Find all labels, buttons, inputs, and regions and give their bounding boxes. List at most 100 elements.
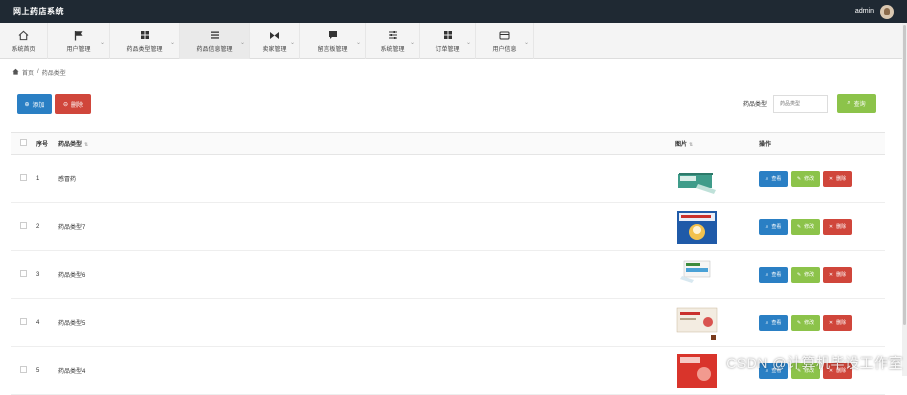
- chevron-down-icon: ⌄: [410, 39, 415, 46]
- view-button[interactable]: ⌕查看: [759, 315, 788, 331]
- breadcrumb-home[interactable]: 首页: [22, 68, 34, 77]
- row-name: 药品类型5: [58, 299, 675, 347]
- delete-label: 删除: [836, 175, 846, 182]
- view-button[interactable]: ⌕查看: [759, 267, 788, 283]
- sort-icon[interactable]: ⇅: [84, 142, 88, 148]
- close-icon: ✕: [829, 224, 833, 230]
- sort-icon[interactable]: ⇅: [689, 142, 693, 148]
- edit-button[interactable]: ✎修改: [791, 171, 820, 187]
- nav-item-system[interactable]: 系统管理 ⌄: [366, 23, 420, 59]
- batch-delete-button[interactable]: ⊖ 删除: [55, 94, 91, 114]
- select-all-checkbox[interactable]: [20, 139, 27, 146]
- row-checkbox[interactable]: [20, 270, 27, 277]
- nav-item-orders[interactable]: 订单管理 ⌄: [420, 23, 476, 59]
- edit-icon: ✎: [797, 224, 801, 230]
- nav-item-sellers[interactable]: 卖家管理 ⌄: [250, 23, 300, 59]
- delete-button[interactable]: ✕删除: [823, 315, 852, 331]
- view-button[interactable]: ⌕查看: [759, 219, 788, 235]
- top-bar: 网上药店系统 admin: [0, 0, 907, 23]
- search-icon: ⌕: [766, 224, 769, 230]
- edit-icon: ✎: [797, 176, 801, 182]
- nav-item-drug-info[interactable]: 药品信息管理 ⌄: [180, 23, 250, 59]
- search-input[interactable]: [773, 95, 828, 113]
- view-label: 查看: [771, 223, 781, 230]
- user-menu[interactable]: admin: [855, 5, 894, 19]
- edit-icon: ✎: [797, 320, 801, 326]
- nav-item-drug-types[interactable]: 药品类型管理 ⌄: [110, 23, 180, 59]
- grid-icon: [140, 30, 150, 41]
- search-button[interactable]: ⌕ 查询: [837, 94, 876, 113]
- table-row: 2 药品类型7 ⌕查看 ✎修改 ✕删除: [11, 203, 885, 251]
- scrollbar[interactable]: [902, 23, 907, 376]
- edit-icon: ✎: [797, 272, 801, 278]
- scrollbar-thumb[interactable]: [903, 25, 906, 325]
- row-name: 药品类型6: [58, 251, 675, 299]
- minus-circle-icon: ⊖: [63, 101, 68, 108]
- row-no: 4: [36, 299, 58, 347]
- nav-label: 卖家管理: [262, 44, 286, 53]
- breadcrumb: 首页 / 药品类型: [0, 59, 907, 85]
- chevron-down-icon: ⌄: [100, 39, 105, 46]
- toolbar: ⊕ 添加 ⊖ 删除 药品类型 ⌕ 查询: [0, 85, 907, 123]
- close-icon: ✕: [829, 272, 833, 278]
- header-image[interactable]: 图片⇅: [675, 133, 759, 155]
- header-actions: 操作: [759, 133, 885, 155]
- chevron-down-icon: ⌄: [466, 39, 471, 46]
- edit-label: 修改: [804, 319, 814, 326]
- card-icon: [499, 30, 510, 41]
- view-button[interactable]: ⌕查看: [759, 171, 788, 187]
- search-button-label: 查询: [854, 99, 866, 108]
- product-image: [676, 160, 718, 197]
- delete-label: 删除: [836, 223, 846, 230]
- username: admin: [855, 8, 874, 15]
- nav-label: 系统管理: [380, 44, 404, 53]
- edit-button[interactable]: ✎修改: [791, 267, 820, 283]
- view-label: 查看: [771, 271, 781, 278]
- delete-label: 删除: [836, 319, 846, 326]
- avatar[interactable]: [880, 5, 894, 19]
- edit-button[interactable]: ✎修改: [791, 315, 820, 331]
- header-name-label: 药品类型: [58, 142, 82, 148]
- header-name[interactable]: 药品类型⇅: [58, 133, 675, 155]
- view-label: 查看: [771, 175, 781, 182]
- search-icon: ⌕: [766, 320, 769, 326]
- close-icon: ✕: [829, 176, 833, 182]
- product-image: [676, 208, 718, 245]
- chevron-down-icon: ⌄: [524, 39, 529, 46]
- row-no: 1: [36, 155, 58, 203]
- chevron-down-icon: ⌄: [240, 39, 245, 46]
- row-checkbox[interactable]: [20, 222, 27, 229]
- add-label: 添加: [33, 100, 45, 109]
- delete-button[interactable]: ✕删除: [823, 219, 852, 235]
- edit-label: 修改: [804, 271, 814, 278]
- table-header-row: 序号 药品类型⇅ 图片⇅ 操作: [11, 133, 885, 155]
- delete-label: 删除: [71, 100, 83, 109]
- row-name: 感冒药: [58, 155, 675, 203]
- grid-icon: [443, 30, 453, 41]
- nav-label: 用户管理: [66, 44, 90, 53]
- delete-button[interactable]: ✕删除: [823, 267, 852, 283]
- row-checkbox[interactable]: [20, 366, 27, 373]
- comment-icon: [328, 30, 338, 41]
- row-checkbox[interactable]: [20, 318, 27, 325]
- edit-button[interactable]: ✎修改: [791, 219, 820, 235]
- nav-item-users[interactable]: 用户管理 ⌄: [48, 23, 110, 59]
- header-no: 序号: [36, 133, 58, 155]
- home-icon: [12, 68, 19, 77]
- list-icon: [210, 30, 220, 41]
- nav-item-home[interactable]: 系统首页: [0, 23, 48, 59]
- row-checkbox[interactable]: [20, 174, 27, 181]
- add-button[interactable]: ⊕ 添加: [17, 94, 52, 114]
- chevron-down-icon: ⌄: [290, 39, 295, 46]
- row-no: 3: [36, 251, 58, 299]
- search-icon: ⌕: [847, 100, 850, 107]
- nav-label: 药品类型管理: [126, 44, 162, 53]
- delete-button[interactable]: ✕删除: [823, 171, 852, 187]
- chevron-down-icon: ⌄: [170, 39, 175, 46]
- search-icon: ⌕: [766, 176, 769, 182]
- nav-item-messages[interactable]: 留言板管理 ⌄: [300, 23, 366, 59]
- nav-label: 订单管理: [435, 44, 459, 53]
- view-label: 查看: [771, 319, 781, 326]
- nav-item-user-info[interactable]: 用户信息 ⌄: [476, 23, 534, 59]
- nav-label: 用户信息: [492, 44, 516, 53]
